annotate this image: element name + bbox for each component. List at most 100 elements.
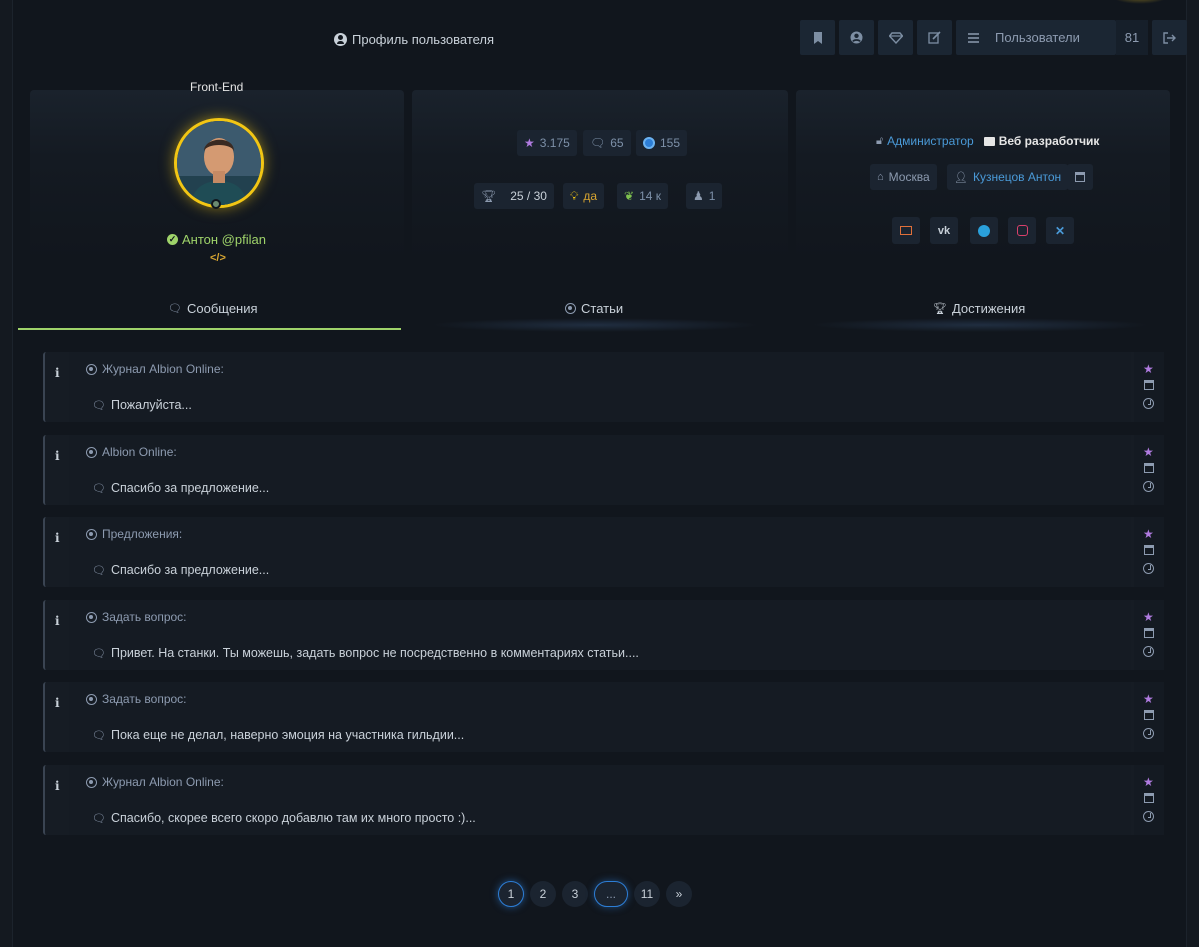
tab-messages[interactable]: 🗨 Сообщения bbox=[168, 298, 258, 318]
page-ellipsis-button[interactable]: ... bbox=[594, 881, 628, 907]
posts-chip[interactable]: 155 bbox=[636, 130, 688, 156]
page-2-button[interactable]: 2 bbox=[530, 881, 556, 907]
avatar[interactable] bbox=[174, 118, 264, 208]
message-topic[interactable]: Задать вопрос: bbox=[86, 692, 187, 706]
tab-achievements[interactable]: 🏆︎ Достижения bbox=[933, 298, 1025, 318]
comment-icon: 🗨 bbox=[92, 729, 106, 742]
list-item[interactable]: i Предложения: 🗨 Спасибо за предложение.… bbox=[43, 517, 1164, 587]
rating-chip[interactable]: ★ 3.175 bbox=[517, 130, 577, 156]
city-value: Москва bbox=[888, 170, 930, 184]
calendar-icon[interactable] bbox=[1144, 793, 1154, 803]
calendar-icon[interactable] bbox=[1144, 380, 1154, 390]
dot-circle-icon bbox=[565, 302, 576, 314]
users-label: Пользователи bbox=[995, 30, 1080, 45]
leaf-chip[interactable]: ❦ 14 к bbox=[617, 183, 668, 209]
message-text[interactable]: 🗨 Пока еще не делал, наверно эмоция на у… bbox=[92, 728, 464, 742]
clock-icon[interactable] bbox=[1143, 728, 1154, 739]
instagram-link[interactable] bbox=[1008, 217, 1036, 244]
tab-achievements-label: Достижения bbox=[951, 300, 1026, 316]
info-icon[interactable]: i bbox=[55, 531, 60, 545]
message-topic[interactable]: Задать вопрос: bbox=[86, 610, 187, 624]
star-icon[interactable]: ★ bbox=[1143, 527, 1154, 541]
admin-role[interactable]: 🔓︎ Администратор bbox=[876, 134, 974, 148]
tab-messages-label: Сообщения bbox=[186, 300, 258, 316]
list-item[interactable]: i Задать вопрос: 🗨 Привет. На станки. Ты… bbox=[43, 600, 1164, 670]
info-icon[interactable]: i bbox=[55, 366, 60, 380]
page-11-button[interactable]: 11 bbox=[634, 881, 660, 907]
calendar-chip[interactable] bbox=[1067, 164, 1093, 190]
message-side: ★ bbox=[1134, 435, 1164, 505]
role-tag: Front-End bbox=[190, 80, 244, 94]
info-icon[interactable]: i bbox=[55, 779, 60, 793]
message-topic-text: Задать вопрос: bbox=[102, 610, 187, 624]
email-link[interactable] bbox=[892, 217, 920, 244]
calendar-icon[interactable] bbox=[1144, 710, 1154, 720]
dot-circle-icon bbox=[86, 611, 97, 623]
list-item[interactable]: i Albion Online: 🗨 Спасибо за предложени… bbox=[43, 435, 1164, 505]
city-chip[interactable]: ⌂ Москва bbox=[870, 164, 937, 190]
vk-link[interactable]: vk bbox=[930, 217, 958, 244]
calendar-icon[interactable] bbox=[1144, 628, 1154, 638]
rank-chip[interactable]: ♟ 1 bbox=[686, 183, 723, 209]
next-page-button[interactable]: » bbox=[666, 881, 692, 907]
calendar-icon[interactable] bbox=[1144, 463, 1154, 473]
list-item[interactable]: i Задать вопрос: 🗨 Пока еще не делал, на… bbox=[43, 682, 1164, 752]
rating-value: 3.175 bbox=[539, 136, 570, 150]
trophy-icon: 🏆︎ bbox=[481, 189, 497, 203]
message-side: ★ bbox=[1134, 600, 1164, 670]
logout-button[interactable] bbox=[1152, 20, 1187, 55]
edit-button[interactable] bbox=[917, 20, 952, 55]
calendar-icon[interactable] bbox=[1144, 545, 1154, 555]
page-3-button[interactable]: 3 bbox=[562, 881, 588, 907]
star-icon[interactable]: ★ bbox=[1143, 775, 1154, 789]
stats-card bbox=[412, 90, 788, 260]
clock-icon[interactable] bbox=[1143, 481, 1154, 492]
comments-chip[interactable]: 🗨 65 bbox=[583, 130, 631, 156]
message-topic[interactable]: Albion Online: bbox=[86, 445, 177, 459]
comments-value: 65 bbox=[610, 136, 624, 150]
info-icon[interactable]: i bbox=[55, 696, 60, 710]
users-button[interactable]: Пользователи bbox=[956, 20, 1116, 55]
fullname-chip[interactable]: 👤︎ Кузнецов Антон bbox=[947, 164, 1069, 190]
comment-icon: 🗨 bbox=[92, 564, 106, 577]
premium-button[interactable] bbox=[878, 20, 913, 55]
clock-icon[interactable] bbox=[1143, 398, 1154, 409]
code-icon: </> bbox=[210, 252, 226, 264]
admin-role-text: Администратор bbox=[887, 134, 974, 148]
message-topic[interactable]: Предложения: bbox=[86, 527, 182, 541]
bookmark-button[interactable] bbox=[800, 20, 835, 55]
clock-icon[interactable] bbox=[1143, 646, 1154, 657]
message-text[interactable]: 🗨 Привет. На станки. Ты можешь, задать в… bbox=[92, 646, 639, 660]
list-item[interactable]: i Журнал Albion Online: 🗨 Спасибо, скоре… bbox=[43, 765, 1164, 835]
clock-icon[interactable] bbox=[1143, 811, 1154, 822]
message-text-content: Пожалуйста... bbox=[110, 398, 192, 412]
idea-chip[interactable]: 💡︎ да bbox=[563, 183, 605, 209]
info-icon[interactable]: i bbox=[55, 449, 60, 463]
list-item[interactable]: i Журнал Albion Online: 🗨 Пожалуйста... … bbox=[43, 352, 1164, 422]
profile-button[interactable] bbox=[839, 20, 874, 55]
message-text[interactable]: 🗨 Спасибо за предложение... bbox=[92, 563, 269, 577]
star-icon[interactable]: ★ bbox=[1143, 445, 1154, 459]
star-icon[interactable]: ★ bbox=[1143, 692, 1154, 706]
message-body bbox=[69, 352, 1131, 422]
logout-icon bbox=[1163, 31, 1176, 44]
message-topic[interactable]: Журнал Albion Online: bbox=[86, 362, 224, 376]
telegram-link[interactable] bbox=[970, 217, 998, 244]
twitter-link[interactable]: ✕ bbox=[1046, 217, 1074, 244]
message-side: ★ bbox=[1134, 517, 1164, 587]
message-text[interactable]: 🗨 Пожалуйста... bbox=[92, 398, 192, 412]
page-1-button[interactable]: 1 bbox=[498, 881, 524, 907]
message-text-content: Пока еще не делал, наверно эмоция на уча… bbox=[110, 728, 465, 742]
clock-icon[interactable] bbox=[1143, 563, 1154, 574]
message-topic[interactable]: Журнал Albion Online: bbox=[86, 775, 224, 789]
role-line: 🔓︎ Администратор Веб разработчик bbox=[876, 134, 1099, 148]
comment-icon: 🗨 bbox=[92, 399, 106, 412]
info-icon[interactable]: i bbox=[55, 614, 60, 628]
message-topic-text: Предложения: bbox=[102, 527, 183, 541]
trophies-chip[interactable]: 🏆︎ 25 / 30 bbox=[474, 183, 554, 209]
star-icon[interactable]: ★ bbox=[1143, 362, 1154, 376]
star-icon[interactable]: ★ bbox=[1143, 610, 1154, 624]
message-text[interactable]: 🗨 Спасибо, скорее всего скоро добавлю та… bbox=[92, 811, 476, 825]
message-text[interactable]: 🗨 Спасибо за предложение... bbox=[92, 481, 269, 495]
tab-articles[interactable]: Статьи bbox=[565, 298, 623, 318]
